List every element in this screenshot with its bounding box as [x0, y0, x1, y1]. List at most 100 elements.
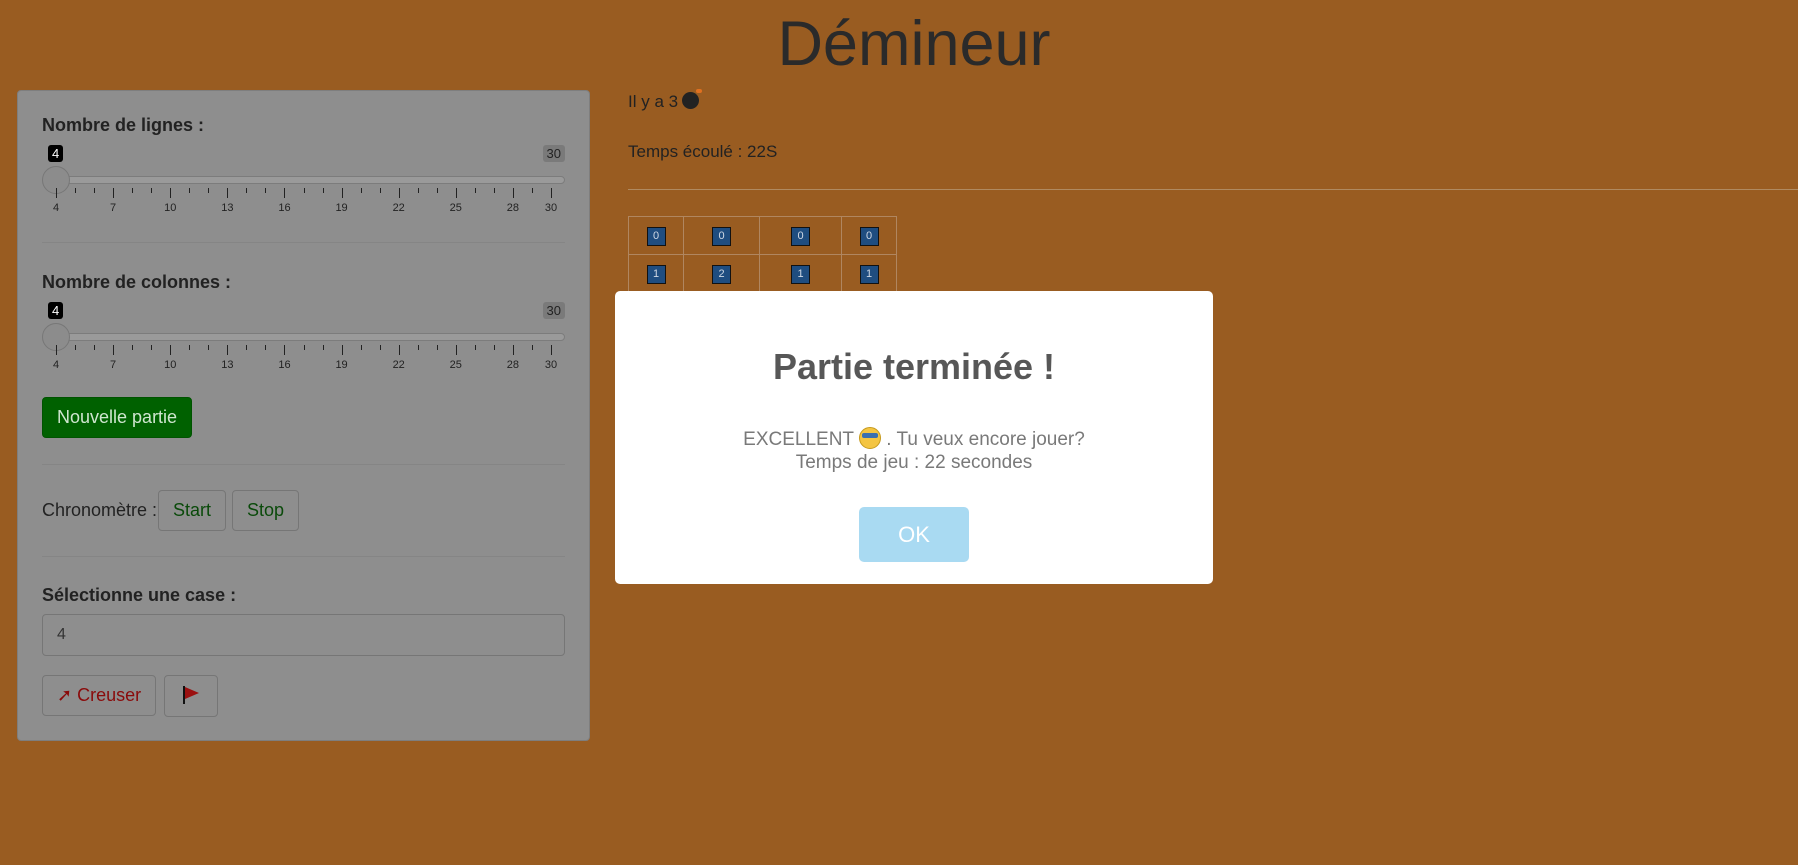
- slider-tick: [322, 345, 324, 350]
- slider-tick: [417, 345, 419, 350]
- slider-tick: [56, 188, 57, 198]
- cols-slider-track[interactable]: [56, 333, 565, 341]
- slider-tick-label: 4: [52, 202, 60, 214]
- slider-tick: [94, 345, 96, 350]
- cols-slider[interactable]: 4 30 4 7 10 13 16 19 22 25 28 30: [42, 302, 565, 372]
- cell-button[interactable]: 0: [791, 226, 810, 246]
- slider-tick: [398, 345, 400, 355]
- board-row: 1 2 1 1: [628, 254, 897, 293]
- slider-tick: [265, 188, 267, 193]
- slider-tick: [75, 188, 77, 193]
- board-cell[interactable]: 1: [628, 254, 684, 293]
- slider-tick: [436, 188, 438, 193]
- dig-button[interactable]: ➚ Creuser: [42, 675, 157, 716]
- slider-tick-label: 7: [110, 359, 117, 371]
- slider-tick-label: 25: [449, 202, 462, 214]
- slider-tick: [455, 188, 457, 198]
- cell-button[interactable]: 0: [712, 226, 731, 246]
- slider-tick: [170, 188, 172, 198]
- cols-slider-ticks: 4 7 10 13 16 19 22 25 28 30: [52, 345, 557, 375]
- slider-tick-label: 30: [544, 359, 558, 371]
- ok-button[interactable]: OK: [859, 507, 969, 562]
- case-select[interactable]: 4: [42, 614, 565, 656]
- slider-tick-label: 22: [392, 359, 405, 371]
- slider-tick-label: 4: [52, 359, 60, 371]
- start-button[interactable]: Start: [158, 490, 227, 531]
- slider-tick: [303, 188, 305, 193]
- board-cell[interactable]: 0: [759, 216, 842, 255]
- board-cell[interactable]: 0: [683, 216, 760, 255]
- slider-tick: [322, 188, 324, 193]
- chrono-label: Chronomètre :: [42, 500, 158, 520]
- cell-button[interactable]: 1: [646, 264, 666, 284]
- slider-tick: [284, 345, 286, 355]
- slider-tick: [474, 345, 476, 350]
- board-cell[interactable]: 0: [628, 216, 684, 255]
- slider-tick: [531, 345, 533, 350]
- slider-tick: [151, 345, 153, 350]
- slider-tick: [493, 345, 495, 350]
- slider-tick-label: 16: [278, 202, 291, 214]
- cell-button[interactable]: 1: [859, 264, 879, 284]
- slider-tick-label: 7: [110, 202, 117, 214]
- slider-tick: [551, 345, 552, 355]
- slider-tick-label: 19: [335, 359, 348, 371]
- bomb-icon: [682, 89, 703, 109]
- slider-tick: [474, 188, 476, 193]
- slider-tick: [189, 188, 191, 193]
- flag-button[interactable]: [164, 675, 218, 717]
- elapsed-time: Temps écoulé : 22S: [628, 142, 778, 161]
- slider-tick: [360, 345, 362, 350]
- bomb-count: Il y a 3: [628, 89, 703, 112]
- slider-tick: [208, 345, 210, 350]
- slider-tick: [75, 345, 77, 350]
- cols-slider-value: 4: [48, 302, 64, 319]
- slider-tick: [436, 345, 438, 350]
- slider-tick: [341, 345, 343, 355]
- cols-slider-max: 30: [542, 302, 565, 319]
- cols-label: Nombre de colonnes :: [42, 272, 232, 292]
- board-row: 0 0 0 0: [628, 216, 897, 255]
- cell-button[interactable]: 2: [712, 264, 731, 284]
- cell-button[interactable]: 0: [646, 226, 666, 246]
- rows-slider-ticks: 4 7 10 13 16 19 22 25 28 30: [52, 188, 557, 218]
- slider-tick: [531, 188, 533, 193]
- slider-tick: [551, 188, 552, 198]
- rows-slider-track[interactable]: [56, 176, 565, 184]
- slider-tick-label: 25: [449, 359, 462, 371]
- board-cell[interactable]: 1: [759, 254, 842, 293]
- slider-tick-label: 13: [221, 202, 234, 214]
- modal-title: Partie terminée !: [772, 346, 1056, 387]
- slider-tick: [113, 188, 115, 198]
- board-cell[interactable]: 0: [841, 216, 897, 255]
- rows-slider[interactable]: 4 30 4 7 10 13 16 19 22 25 28 30: [42, 145, 565, 215]
- stop-button[interactable]: Stop: [232, 490, 300, 531]
- divider: [42, 242, 565, 243]
- game-over-modal: Partie terminée ! EXCELLENT . Tu veux en…: [615, 291, 1213, 584]
- slider-tick-label: 10: [164, 202, 177, 214]
- rows-label: Nombre de lignes :: [42, 115, 205, 135]
- slider-tick: [113, 345, 115, 355]
- slider-tick: [94, 188, 96, 193]
- slider-tick-label: 28: [506, 202, 520, 214]
- flag-icon: [181, 685, 201, 705]
- slider-tick-label: 10: [164, 359, 177, 371]
- slider-tick: [398, 188, 400, 198]
- slider-tick: [360, 188, 362, 193]
- slider-tick-label: 16: [278, 359, 291, 371]
- slider-tick: [132, 345, 134, 350]
- bomb-count-text: Il y a 3: [628, 92, 679, 111]
- slider-tick: [246, 188, 248, 193]
- new-game-button[interactable]: Nouvelle partie: [42, 397, 193, 438]
- slider-tick: [56, 345, 57, 355]
- slider-tick: [341, 188, 343, 198]
- board-cell[interactable]: 1: [841, 254, 897, 293]
- cell-button[interactable]: 1: [791, 264, 810, 284]
- board-cell[interactable]: 2: [683, 254, 760, 293]
- cell-button[interactable]: 0: [859, 226, 879, 246]
- minefield-board: 0 0 0 0 1 2 1 1: [628, 216, 897, 293]
- slider-tick: [246, 345, 248, 350]
- slider-tick-label: 19: [335, 202, 348, 214]
- slider-tick: [284, 188, 286, 198]
- slider-tick: [151, 188, 153, 193]
